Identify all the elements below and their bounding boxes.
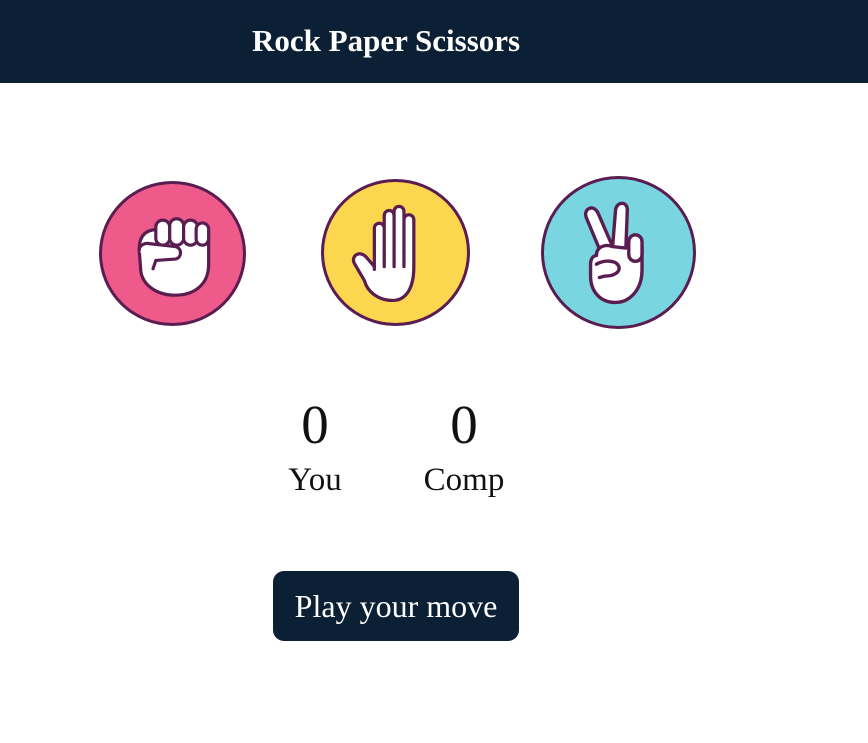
computer-score-value: 0	[450, 394, 478, 455]
play-move-button[interactable]: Play your move	[273, 571, 519, 641]
paper-hand-icon	[351, 204, 416, 303]
scissors-hand-icon	[583, 201, 644, 305]
rock-hand-icon	[137, 217, 211, 297]
paper-choice-button[interactable]	[321, 179, 470, 326]
top-bar: Rock Paper Scissors	[0, 0, 868, 83]
app-title: Rock Paper Scissors	[252, 23, 521, 58]
rock-choice-button[interactable]	[99, 181, 246, 326]
computer-score: 0 Comp	[404, 392, 524, 500]
player-score-label: You	[288, 462, 342, 498]
computer-score-label: Comp	[423, 462, 505, 498]
player-score-value: 0	[301, 394, 329, 455]
player-score: 0 You	[270, 392, 360, 500]
scissors-choice-button[interactable]	[541, 176, 696, 329]
